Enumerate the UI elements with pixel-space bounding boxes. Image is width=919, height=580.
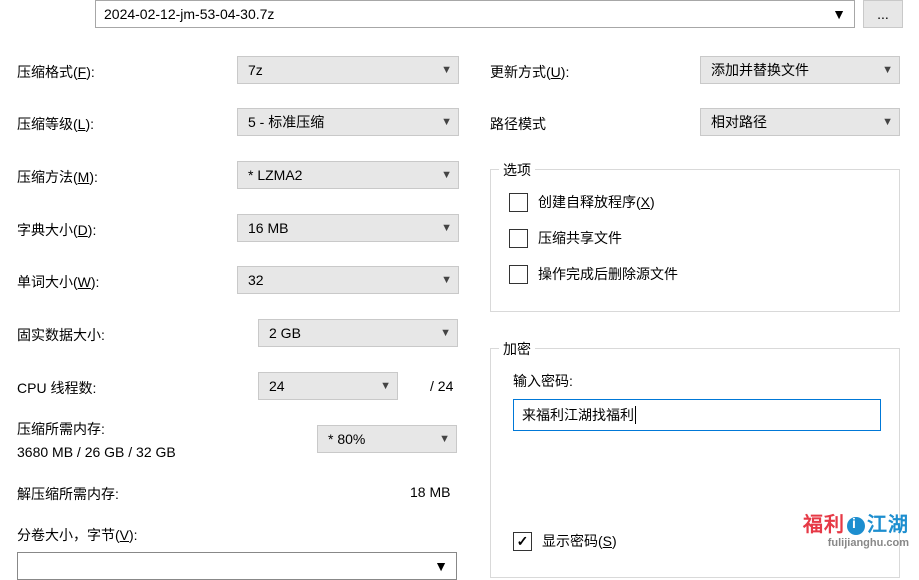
method-label: 压缩方法(M): — [17, 167, 98, 187]
options-group: 选项 创建自释放程序(X) 压缩共享文件 操作完成后删除源文件 — [490, 169, 900, 312]
browse-button-label: ... — [877, 6, 889, 22]
shared-checkbox-row[interactable]: 压缩共享文件 — [509, 228, 881, 248]
chevron-down-icon: ▼ — [882, 64, 893, 76]
threads-label: CPU 线程数: — [17, 378, 96, 398]
path-label: 路径模式 — [490, 114, 546, 134]
format-combo[interactable]: 7z ▼ — [237, 56, 459, 84]
mem-compress-pct-combo[interactable]: * 80% ▼ — [317, 425, 457, 453]
show-password-checkbox-label: 显示密码(S) — [542, 531, 617, 551]
split-combo[interactable]: ▼ — [17, 552, 457, 580]
dict-combo[interactable]: 16 MB ▼ — [237, 214, 459, 242]
chevron-down-icon: ▼ — [380, 380, 391, 392]
update-combo-value: 添加并替换文件 — [711, 60, 809, 80]
split-label: 分卷大小，字节(V): — [17, 525, 138, 545]
path-combo[interactable]: 相对路径 ▼ — [700, 108, 900, 136]
word-label: 单词大小(W): — [17, 272, 99, 292]
path-combo-value: 相对路径 — [711, 112, 767, 132]
delete-after-checkbox-row[interactable]: 操作完成后删除源文件 — [509, 264, 881, 284]
threads-combo[interactable]: 24 ▼ — [258, 372, 398, 400]
password-value: 来福利江湖找福利 — [522, 405, 634, 425]
archive-filename-field[interactable]: 2024-02-12-jm-53-04-30.7z ▼ — [95, 0, 855, 28]
solid-combo[interactable]: 2 GB ▼ — [258, 319, 458, 347]
level-combo-value: 5 - 标准压缩 — [248, 112, 324, 132]
mem-compress-label: 压缩所需内存: — [17, 419, 105, 439]
method-combo[interactable]: * LZMA2 ▼ — [237, 161, 459, 189]
mem-decompress-label: 解压缩所需内存: — [17, 484, 119, 504]
chevron-down-icon: ▼ — [439, 433, 450, 445]
mem-decompress-value: 18 MB — [410, 484, 450, 500]
format-combo-value: 7z — [248, 62, 263, 78]
dict-combo-value: 16 MB — [248, 220, 288, 236]
archive-filename-text: 2024-02-12-jm-53-04-30.7z — [104, 6, 274, 22]
update-combo[interactable]: 添加并替换文件 ▼ — [700, 56, 900, 84]
mem-compress-pct-value: * 80% — [328, 431, 365, 447]
chevron-down-icon: ▼ — [441, 64, 452, 76]
solid-combo-value: 2 GB — [269, 325, 301, 341]
word-combo[interactable]: 32 ▼ — [237, 266, 459, 294]
options-group-label: 选项 — [499, 160, 535, 180]
dict-label: 字典大小(D): — [17, 220, 96, 240]
shared-checkbox[interactable] — [509, 229, 528, 248]
chevron-down-icon: ▼ — [441, 116, 452, 128]
browse-button[interactable]: ... — [863, 0, 903, 28]
chevron-down-icon: ▼ — [441, 222, 452, 234]
encrypt-group-label: 加密 — [499, 339, 535, 359]
delete-after-checkbox[interactable] — [509, 265, 528, 284]
solid-label: 固实数据大小: — [17, 325, 105, 345]
chevron-down-icon: ▼ — [441, 274, 452, 286]
level-combo[interactable]: 5 - 标准压缩 ▼ — [237, 108, 459, 136]
show-password-checkbox[interactable]: ✓ — [513, 532, 532, 551]
text-cursor — [635, 406, 636, 424]
threads-total: / 24 — [430, 378, 453, 394]
watermark-logo: 福利i江湖 fulijianghu.com — [803, 508, 909, 549]
format-label: 压缩格式(F): — [17, 62, 95, 82]
sfx-checkbox-label: 创建自释放程序(X) — [538, 192, 655, 212]
threads-combo-value: 24 — [269, 378, 285, 394]
chevron-down-icon: ▼ — [440, 327, 451, 339]
shared-checkbox-label: 压缩共享文件 — [538, 228, 622, 248]
password-field[interactable]: 来福利江湖找福利 — [513, 399, 881, 431]
level-label: 压缩等级(L): — [17, 114, 94, 134]
delete-after-checkbox-label: 操作完成后删除源文件 — [538, 264, 678, 284]
method-combo-value: * LZMA2 — [248, 167, 302, 183]
word-combo-value: 32 — [248, 272, 264, 288]
update-label: 更新方式(U): — [490, 62, 569, 82]
mem-compress-value: 3680 MB / 26 GB / 32 GB — [17, 444, 176, 460]
password-label: 输入密码: — [513, 371, 881, 391]
chevron-down-icon: ▼ — [832, 6, 846, 22]
sfx-checkbox-row[interactable]: 创建自释放程序(X) — [509, 192, 881, 212]
chevron-down-icon: ▼ — [882, 116, 893, 128]
chevron-down-icon: ▼ — [441, 169, 452, 181]
sfx-checkbox[interactable] — [509, 193, 528, 212]
chevron-down-icon: ▼ — [434, 558, 448, 574]
